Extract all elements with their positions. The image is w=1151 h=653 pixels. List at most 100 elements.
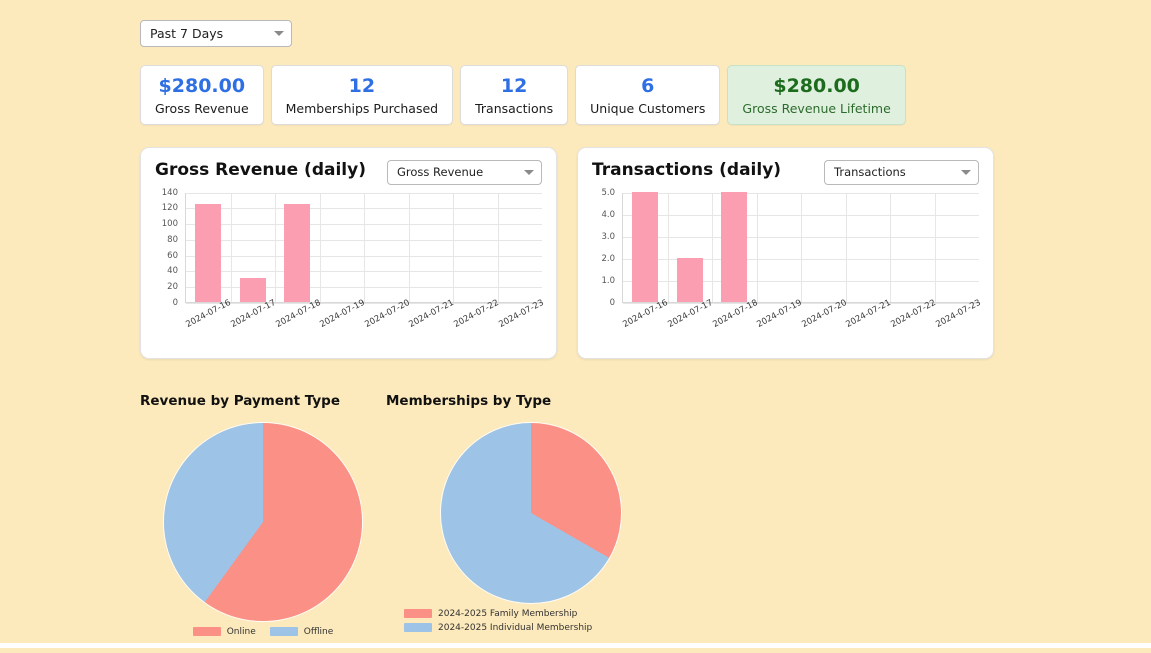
- memberships-pie-legend: 2024-2025 Family Membership 2024-2025 Ind…: [386, 609, 676, 633]
- revenue-metric-select[interactable]: Gross Revenue: [387, 159, 542, 185]
- stat-card[interactable]: 6 Unique Customers: [575, 65, 721, 125]
- stat-card[interactable]: 12 Memberships Purchased: [270, 65, 454, 125]
- stat-value: 12: [348, 75, 376, 97]
- panel-header: Transactions (daily) Transactions: [592, 159, 979, 185]
- bar-slot: [712, 191, 757, 302]
- chevron-down-icon: [524, 169, 534, 175]
- x-axis-tick: 2024-07-18: [711, 298, 759, 347]
- stat-value: $280.00: [158, 75, 246, 97]
- x-axis-tick: 2024-07-22: [452, 298, 500, 347]
- x-axis-tick: 2024-07-20: [800, 298, 848, 347]
- bar-slot: [275, 193, 320, 302]
- plot-area: [185, 192, 543, 304]
- stat-card[interactable]: $280.00 Gross Revenue Lifetime: [727, 65, 906, 125]
- y-axis-tick-label: 40: [167, 266, 178, 277]
- stat-label: Memberships Purchased: [285, 100, 439, 116]
- legend-label: Offline: [303, 626, 334, 637]
- pie-title: Memberships by Type: [386, 392, 552, 409]
- stat-label: Gross Revenue Lifetime: [742, 100, 891, 116]
- x-axis-tick: 2024-07-16: [185, 298, 233, 347]
- gross-revenue-panel: Gross Revenue (daily) Gross Revenue 0 20 4…: [140, 146, 557, 359]
- bar-slot: [364, 193, 409, 302]
- x-axis-tick: 2024-07-18: [274, 298, 322, 347]
- bar-slot: [409, 193, 454, 302]
- y-axis: 0 1.0 2.0 3.0 4.0 5.0: [592, 188, 618, 308]
- x-axis-tick: 2024-07-17: [229, 298, 277, 347]
- bar-slot: [453, 193, 498, 302]
- stat-card-row: $280.00 Gross Revenue 12 Memberships Purcha…: [140, 65, 1151, 125]
- x-axis-tick: 2024-07-19: [756, 298, 804, 347]
- y-axis: 0 20 40 60 80 100 120 140: [155, 188, 181, 308]
- y-axis-tick-label: 0: [172, 297, 178, 308]
- revenue-pie-chart: [164, 422, 362, 621]
- legend-item[interactable]: Online: [192, 626, 256, 637]
- bar[interactable]: [721, 191, 748, 302]
- y-axis-tick-label: 3.0: [601, 231, 615, 242]
- bar-series: [623, 191, 980, 302]
- y-axis-tick-label: 100: [161, 219, 178, 230]
- bar-slot: [623, 191, 668, 302]
- stat-value: 6: [641, 75, 655, 97]
- legend-item[interactable]: Offline: [269, 626, 334, 637]
- legend-swatch: [269, 627, 298, 637]
- legend-swatch: [404, 609, 432, 619]
- legend-swatch: [192, 627, 221, 637]
- date-range-select[interactable]: Past 7 Days: [140, 20, 292, 47]
- transactions-metric-value: Transactions: [834, 165, 906, 180]
- stat-card[interactable]: $280.00 Gross Revenue: [140, 65, 264, 125]
- bar-slot: [890, 193, 935, 302]
- dashboard-page: Past 7 Days $280.00 Gross Revenue 12 Member…: [0, 0, 1151, 648]
- legend-label: Online: [226, 626, 256, 637]
- legend-item[interactable]: 2024-2025 Family Membership: [404, 609, 577, 619]
- bar-slot: [498, 193, 543, 302]
- x-axis-tick: 2024-07-19: [319, 298, 367, 347]
- panel-title: Transactions (daily): [592, 159, 782, 180]
- legend-label: 2024-2025 Individual Membership: [438, 622, 593, 633]
- chevron-down-icon: [274, 31, 284, 36]
- bar-slot: [668, 193, 713, 302]
- stat-label: Gross Revenue: [155, 100, 249, 116]
- x-axis-tick: 2024-07-22: [889, 298, 937, 347]
- x-axis-tick: 2024-07-21: [408, 298, 456, 347]
- bar-slot: [231, 193, 276, 302]
- stat-label: Transactions: [475, 100, 554, 116]
- x-axis-tick: 2024-07-16: [622, 298, 670, 347]
- bar[interactable]: [239, 278, 266, 302]
- bar-slot: [757, 193, 802, 302]
- y-axis-tick-label: 0: [609, 297, 615, 308]
- date-range-value: Past 7 Days: [150, 26, 224, 41]
- bar[interactable]: [195, 203, 222, 302]
- transactions-metric-select[interactable]: Transactions: [824, 159, 979, 185]
- y-axis-tick-label: 2.0: [601, 253, 615, 264]
- transactions-panel: Transactions (daily) Transactions 0 1.0 2.…: [577, 146, 994, 359]
- bar[interactable]: [632, 191, 659, 302]
- pie-chart-row: Revenue by Payment Type Online Offline Me…: [140, 393, 1151, 637]
- y-axis-tick-label: 1.0: [601, 275, 615, 286]
- legend-item[interactable]: 2024-2025 Individual Membership: [404, 623, 592, 633]
- bar[interactable]: [284, 203, 311, 302]
- transactions-bar-chart: 0 1.0 2.0 3.0 4.0 5.0 2024-07-16 2024-07-17 2024…: [592, 188, 983, 348]
- chevron-down-icon: [961, 169, 971, 175]
- x-axis-tick: 2024-07-21: [845, 298, 893, 347]
- y-axis-tick-label: 140: [161, 187, 178, 198]
- stat-value: $280.00: [773, 75, 860, 97]
- x-axis: 2024-07-16 2024-07-17 2024-07-18 2024-07-19…: [622, 298, 983, 347]
- plot-area: [622, 191, 980, 304]
- y-axis-tick-label: 80: [167, 234, 178, 245]
- y-axis-tick-label: 60: [167, 250, 178, 261]
- panel-title: Gross Revenue (daily): [155, 159, 366, 180]
- revenue-pie-legend: Online Offline: [140, 627, 386, 637]
- x-axis-tick: 2024-07-23: [934, 298, 982, 347]
- bottom-strip: [0, 643, 1151, 648]
- bar-slot: [935, 193, 980, 302]
- stat-card[interactable]: 12 Transactions: [460, 65, 569, 125]
- x-axis-tick: 2024-07-17: [666, 298, 714, 347]
- bar[interactable]: [676, 257, 703, 302]
- x-axis-tick: 2024-07-23: [497, 298, 545, 347]
- bar-slot: [186, 193, 231, 302]
- y-axis-tick-label: 20: [167, 282, 178, 293]
- stat-label: Unique Customers: [590, 100, 706, 116]
- range-filter-row: Past 7 Days: [140, 0, 1151, 47]
- bar-slot: [801, 193, 846, 302]
- x-axis: 2024-07-16 2024-07-17 2024-07-18 2024-07-19…: [185, 298, 546, 347]
